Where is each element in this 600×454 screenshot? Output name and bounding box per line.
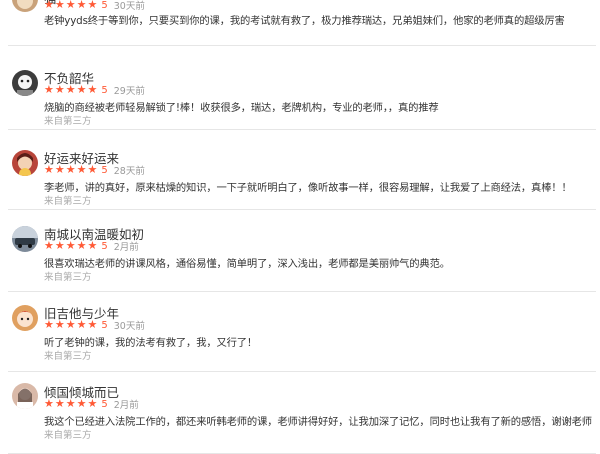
rating-score: 5 [101,164,108,176]
star-icon: ★ [76,397,87,410]
review-source: 来自第三方 [44,116,92,127]
review-time: 30天前 [113,1,145,12]
review-meta: ★ ★ ★ ★ ★ 5 29天前 [44,84,145,98]
star-icon: ★ [87,397,98,410]
review-source: 来自第三方 [44,351,92,362]
review-item: 南城以南温暖如初 ★ ★ ★ ★ ★ 5 2月前 很喜欢瑞达老师的讲课风格，通俗易懂，简单明了，… [0,218,600,292]
star-rating: ★ ★ ★ ★ ★ [44,240,97,252]
star-rating: ★ ★ ★ ★ ★ [44,164,97,176]
review-item: 猫★★★★★530天前老钟yyds终于等到你，只要买到你的课，我的考试就有救了，… [0,0,600,46]
review-divider [8,129,596,130]
rating-score: 5 [101,319,108,331]
review-content: 听了老钟的课，我的法考有救了，我，又行了！ [44,337,258,349]
review-content: 老钟yyds终于等到你，只要买到你的课，我的考试就有救了，极力推荐瑞达，兄弟姐妹… [44,15,565,27]
star-icon: ★ [76,318,87,331]
star-rating: ★ ★ ★ ★ ★ [44,0,97,11]
star-icon: ★ [76,0,87,11]
review-time: 2月前 [113,242,139,253]
star-icon: ★ [54,83,65,96]
review-meta: ★ ★ ★ ★ ★ 5 30天前 [44,319,145,333]
review-divider [8,291,596,292]
star-icon: ★ [54,397,65,410]
star-icon: ★ [87,0,98,11]
rating-score: 5 [101,84,108,96]
review-content: 我这个已经进入法院工作的，都还来听韩老师的课，老师讲得好好，让我加深了记忆，同时… [44,416,592,428]
star-icon: ★ [87,163,98,176]
review-meta: ★ ★ ★ ★ ★ 5 2月前 [44,240,139,254]
star-icon: ★ [44,83,54,96]
review-source: 来自第三方 [44,430,92,441]
review-meta: ★ ★ ★ ★ ★ 5 30天前 [44,0,145,12]
review-meta: ★ ★ ★ ★ ★ 5 2月前 [44,398,139,412]
review-content: 很喜欢瑞达老师的讲课风格，通俗易懂，简单明了，深入浅出，老师都是美丽帅气的典范。 [44,258,450,270]
review-divider [8,371,596,372]
star-icon: ★ [44,239,54,252]
review-item: 不负韶华 ★ ★ ★ ★ ★ 5 29天前 烧脑的商经被老师轻易解锁了!棒！收获很多，瑞达，老牌… [0,58,600,130]
star-icon: ★ [44,397,54,410]
rating-score: 5 [101,398,108,410]
cartoon-avatar-icon[interactable] [12,70,38,96]
review-divider [8,209,596,210]
review-item: 倾国倾城而已 ★ ★ ★ ★ ★ 5 2月前 我这个已经进入法院工作的，都还来听韩老师的课，老师… [0,376,600,454]
star-icon: ★ [87,83,98,96]
review-item: 旧吉他与少年 ★ ★ ★ ★ ★ 5 30天前 听了老钟的课，我的法考有救了，我，又行了！ 来自第… [0,296,600,372]
star-icon: ★ [76,239,87,252]
review-time: 29天前 [113,86,145,97]
star-icon: ★ [44,163,54,176]
star-rating: ★ ★ ★ ★ ★ [44,398,97,410]
review-source: 来自第三方 [44,272,92,283]
star-icon: ★ [65,83,76,96]
star-icon: ★ [54,163,65,176]
girl-avatar-icon[interactable] [12,150,38,176]
star-rating: ★ ★ ★ ★ ★ [44,319,97,331]
review-content: 李老师，讲的真好，原来枯燥的知识，一下子就听明白了，像听故事一样，很容易理解，让… [44,182,572,194]
review-time: 30天前 [113,321,145,332]
star-icon: ★ [65,318,76,331]
rating-score: 5 [101,240,108,252]
star-icon: ★ [44,318,54,331]
anime-avatar-icon[interactable] [12,305,38,331]
review-time: 2月前 [113,400,139,411]
star-icon: ★ [54,318,65,331]
star-icon: ★ [65,0,76,11]
star-icon: ★ [87,318,98,331]
star-icon: ★ [65,163,76,176]
star-icon: ★ [65,239,76,252]
star-icon: ★ [76,163,87,176]
cat-avatar-icon[interactable] [12,0,38,12]
car-avatar-icon[interactable] [12,226,38,252]
star-icon: ★ [54,239,65,252]
star-icon: ★ [54,0,65,11]
star-icon: ★ [87,239,98,252]
review-meta: ★ ★ ★ ★ ★ 5 28天前 [44,164,145,178]
star-icon: ★ [65,397,76,410]
photo-avatar-icon[interactable] [12,383,38,409]
review-content: 烧脑的商经被老师轻易解锁了!棒！收获很多，瑞达，老牌机构，专业的老师，，真的推荐 [44,102,439,114]
star-rating: ★ ★ ★ ★ ★ [44,84,97,96]
rating-score: 5 [101,0,108,11]
star-icon: ★ [76,83,87,96]
review-divider [8,45,596,46]
review-source: 来自第三方 [44,196,92,207]
review-time: 28天前 [113,166,145,177]
review-item: 好运来好运来 ★ ★ ★ ★ ★ 5 28天前 李老师，讲的真好，原来枯燥的知识，一下子就听明白… [0,136,600,210]
star-icon: ★ [44,0,54,11]
